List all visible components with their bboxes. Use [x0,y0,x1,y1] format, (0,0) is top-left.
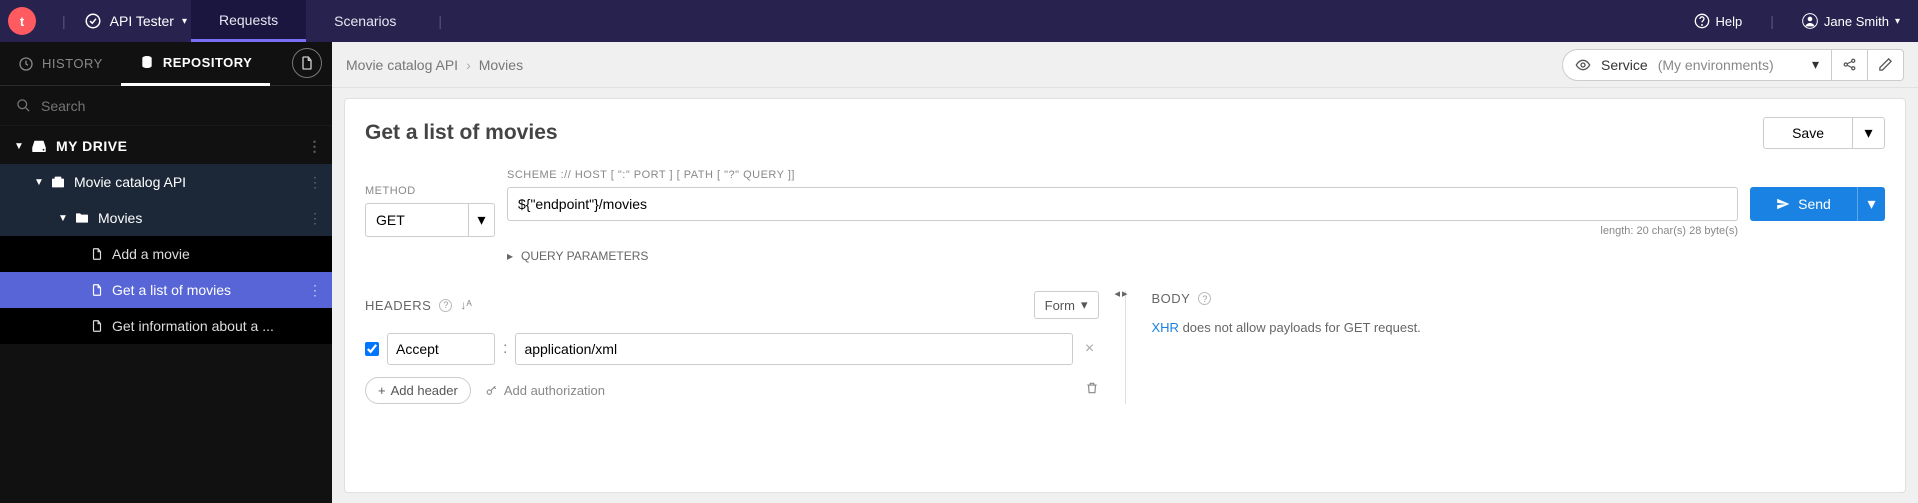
sidebar-tab-history[interactable]: HISTORY [0,42,121,86]
history-icon [18,56,34,72]
length-info: length: 20 char(s) 28 byte(s) [507,225,1738,237]
sort-icon[interactable]: ↓ᴬ [460,298,471,312]
search-row [0,86,332,126]
xhr-link[interactable]: XHR [1152,320,1179,335]
caret-right-icon: ▸ [507,249,513,263]
tree-folder[interactable]: ▼ Movies ⋮ [0,200,332,236]
caret-down-icon: ▾ [468,204,494,236]
clear-headers-button[interactable] [1085,381,1099,400]
share-button[interactable] [1832,49,1868,81]
method-select[interactable]: GET ▾ [365,203,495,237]
caret-down-icon: ▾ [1864,123,1872,143]
file-icon [90,319,104,333]
tree-project[interactable]: ▼ Movie catalog API ⋮ [0,164,332,200]
send-icon [1776,197,1790,211]
folder-icon [74,210,90,226]
brand-label: API Tester [110,13,174,29]
user-icon [1802,13,1818,29]
header-value-input[interactable] [515,333,1072,365]
more-icon[interactable]: ⋮ [308,282,322,299]
help-icon [1694,13,1710,29]
caret-down-icon: ▾ [1867,194,1875,214]
pane-divider[interactable]: ◂▸ [1125,291,1126,404]
more-icon[interactable]: ⋮ [308,138,323,155]
caret-down-icon: ▾ [1812,56,1819,73]
separator: | [1770,13,1774,29]
eye-icon [1575,57,1591,73]
share-icon [1842,57,1857,72]
tab-scenarios[interactable]: Scenarios [306,0,424,42]
add-authorization-button[interactable]: Add authorization [485,383,605,398]
plus-icon: + [378,383,386,398]
save-button[interactable]: Save [1763,117,1853,149]
caret-down-icon: ▾ [1081,297,1088,313]
app-logo[interactable]: t [8,7,36,35]
search-icon [16,98,31,113]
pencil-icon [1878,57,1893,72]
new-button[interactable] [292,48,322,78]
breadcrumb-item[interactable]: Movies [479,57,523,73]
tree-drive[interactable]: ▼ MY DRIVE ⋮ [0,128,332,164]
topbar: t | API Tester ▾ Requests Scenarios | He… [0,0,1918,42]
add-header-button[interactable]: + Add header [365,377,471,404]
project-icon [50,174,66,190]
tree-request-add[interactable]: Add a movie [0,236,332,272]
header-row: : × [365,333,1099,365]
send-dropdown[interactable]: ▾ [1857,187,1885,221]
save-dropdown[interactable]: ▾ [1853,117,1885,149]
info-icon[interactable]: ? [439,299,452,312]
user-menu[interactable]: Jane Smith ▾ [1802,13,1900,29]
remove-header-button[interactable]: × [1081,340,1099,358]
query-params-toggle[interactable]: ▸ QUERY PARAMETERS [507,249,1885,263]
caret-down-icon: ▼ [34,177,44,188]
request-panel: Get a list of movies Save ▾ METHOD GET ▾… [344,98,1906,493]
body-message: XHR does not allow payloads for GET requ… [1152,320,1886,335]
request-title: Get a list of movies [365,121,558,145]
chevron-down-icon: ▾ [1895,16,1900,27]
new-file-icon [299,55,315,71]
brand-dropdown[interactable]: API Tester ▾ [80,12,191,30]
url-input[interactable] [507,187,1738,221]
tree-request-list[interactable]: Get a list of movies ⋮ [0,272,332,308]
caret-down-icon: ▼ [14,141,24,152]
database-icon [139,54,155,70]
breadcrumb-bar: Movie catalog API › Movies Service (My e… [332,42,1918,88]
method-label: METHOD [365,185,495,197]
search-input[interactable] [41,98,316,114]
tree-request-info[interactable]: Get information about a ... [0,308,332,344]
headers-label: HEADERS [365,298,431,313]
breadcrumb-item[interactable]: Movie catalog API [346,57,458,73]
chevron-down-icon: ▾ [182,16,187,27]
environment-selector[interactable]: Service (My environments) ▾ [1562,49,1832,81]
help-link[interactable]: Help [1694,13,1743,29]
headers-view-select[interactable]: Form ▾ [1034,291,1099,319]
header-enabled-checkbox[interactable] [365,342,379,356]
key-icon [485,384,498,397]
caret-right-icon[interactable]: ▸ [1122,287,1128,300]
file-icon [90,247,104,261]
chevron-right-icon: › [466,57,471,73]
sidebar-tab-repository[interactable]: REPOSITORY [121,42,271,86]
trash-icon [1085,381,1099,395]
check-circle-icon [84,12,102,30]
separator: | [438,13,442,29]
caret-left-icon[interactable]: ◂ [1115,287,1121,300]
more-icon[interactable]: ⋮ [308,174,322,191]
info-icon[interactable]: ? [1198,292,1211,305]
content: Movie catalog API › Movies Service (My e… [332,42,1918,503]
drive-icon [30,137,48,155]
caret-down-icon: ▼ [58,213,68,224]
url-label: SCHEME :// HOST [ ":" PORT ] [ PATH [ "?… [507,169,1738,181]
separator: | [62,13,66,29]
file-icon [90,283,104,297]
header-name-input[interactable] [387,333,495,365]
body-label: BODY [1152,291,1191,306]
sidebar: HISTORY REPOSITORY ▼ MY DRIVE ⋮ ▼ [0,42,332,503]
send-button[interactable]: Send [1750,187,1857,221]
edit-button[interactable] [1868,49,1904,81]
tab-requests[interactable]: Requests [191,0,306,42]
more-icon[interactable]: ⋮ [308,210,322,227]
